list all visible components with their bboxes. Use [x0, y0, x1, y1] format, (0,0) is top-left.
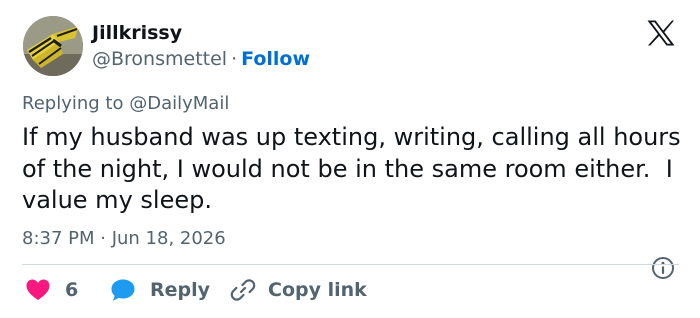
- butterfly-photo: [23, 16, 83, 76]
- display-name[interactable]: Jillkrissy: [92, 22, 182, 44]
- action-bar: 6 Reply Copy link: [22, 276, 682, 304]
- copy-link-button[interactable]: Copy link: [230, 276, 367, 304]
- tweet-card: Jillkrissy @Bronsmettel · Follow Replying …: [0, 0, 700, 318]
- copy-link-label: Copy link: [268, 279, 367, 301]
- tweet-text: If my husband was up texting, writing, c…: [22, 123, 689, 214]
- divider: [22, 264, 679, 265]
- handle-line: @Bronsmettel · Follow: [92, 48, 310, 70]
- speech-bubble-icon: [111, 279, 135, 301]
- x-logo-icon[interactable]: [646, 19, 676, 47]
- reply-mention-link[interactable]: @DailyMail: [129, 93, 229, 114]
- avatar[interactable]: [23, 16, 83, 76]
- tweet-timestamp[interactable]: 8:37 PM · Jun 18, 2026: [22, 228, 226, 249]
- follow-button[interactable]: Follow: [241, 48, 310, 70]
- replying-to: Replying to @DailyMail: [22, 93, 229, 114]
- user-handle[interactable]: @Bronsmettel: [92, 48, 227, 70]
- reply-label: Reply: [150, 279, 211, 301]
- like-button[interactable]: 6: [25, 276, 78, 304]
- like-count: 6: [65, 279, 79, 301]
- link-icon: [230, 279, 256, 301]
- reply-button[interactable]: Reply: [110, 276, 210, 304]
- heart-icon: [26, 279, 50, 300]
- separator-dot: ·: [231, 48, 238, 70]
- replying-prefix: Replying to: [22, 93, 124, 114]
